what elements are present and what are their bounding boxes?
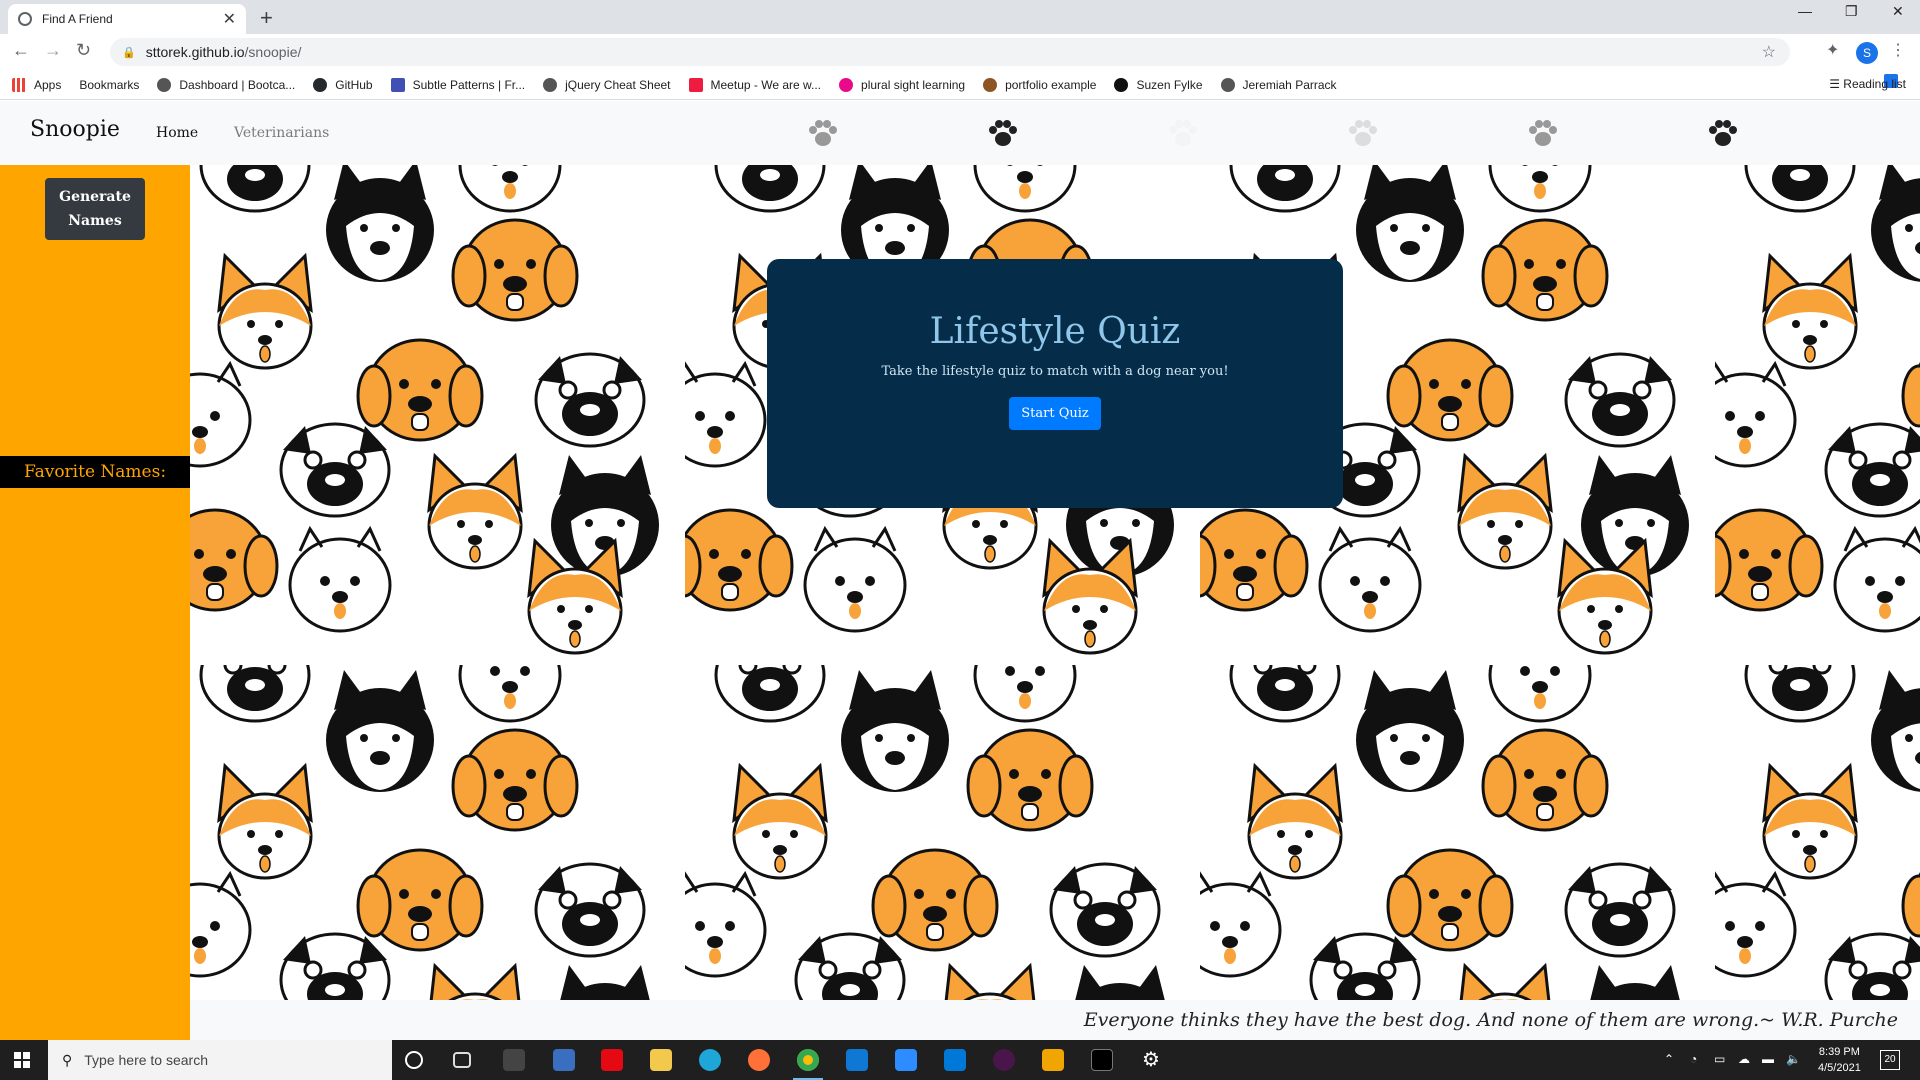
paw-icon: [1349, 120, 1377, 146]
favorite-names-heading: Favorite Names:: [0, 456, 190, 488]
onedrive-icon[interactable]: ☁: [1738, 1052, 1750, 1066]
search-icon: ⚲: [62, 1051, 73, 1068]
subtle-patterns-icon: [390, 77, 405, 92]
bookmark-jquery[interactable]: jQuery Cheat Sheet: [543, 77, 671, 92]
globe-icon: [543, 77, 558, 92]
bookmark-subtle-patterns[interactable]: Subtle Patterns | Fr...: [390, 77, 525, 92]
close-tab-icon[interactable]: ✕: [223, 9, 236, 29]
portfolio-icon: [983, 77, 998, 92]
paw-icon: [989, 120, 1017, 146]
brand-logo[interactable]: Snoopie: [30, 117, 120, 142]
paw-icon: [1529, 120, 1557, 146]
globe-icon: [18, 12, 32, 26]
paw-icon: [1709, 120, 1737, 146]
notifications-icon[interactable]: 20: [1880, 1050, 1900, 1070]
nav-home[interactable]: Home: [156, 125, 198, 141]
lock-icon: 🔒: [122, 46, 136, 59]
system-clock[interactable]: 8:39 PM 4/5/2021: [1818, 1044, 1861, 1076]
netflix-icon[interactable]: [601, 1049, 623, 1071]
battery-icon[interactable]: ▬: [1762, 1052, 1774, 1066]
reading-list[interactable]: ☰ Reading list: [1829, 77, 1906, 91]
new-tab-icon[interactable]: +: [260, 5, 273, 31]
terminal-icon[interactable]: [1091, 1049, 1113, 1071]
back-icon[interactable]: ←: [12, 40, 30, 61]
tray-chevron-icon[interactable]: ⌃: [1664, 1052, 1674, 1066]
settings-gear-icon[interactable]: ⚙: [1140, 1049, 1162, 1071]
bookmark-github[interactable]: GitHub: [313, 77, 373, 92]
windows-taskbar: ⚲ Type here to search ⚙ ⌃ ◔ ▭ ☁ ▬ 🔈 8:39…: [0, 1040, 1920, 1080]
device-icon[interactable]: ▭: [1714, 1052, 1725, 1066]
zoom-icon[interactable]: [895, 1049, 917, 1071]
volume-icon[interactable]: 🔈: [1786, 1052, 1801, 1066]
paw-icon: [809, 120, 837, 146]
paw-icon: [1169, 120, 1197, 146]
taskbar-search[interactable]: ⚲ Type here to search: [48, 1040, 392, 1080]
start-quiz-button[interactable]: Start Quiz: [1009, 397, 1101, 430]
forward-icon[interactable]: →: [44, 40, 62, 61]
restore-icon[interactable]: ❐: [1845, 3, 1858, 20]
profile-avatar[interactable]: S: [1856, 42, 1878, 64]
onenote-icon[interactable]: [503, 1049, 525, 1071]
browser-toolbar: ← → ↻ 🔒 sttorek.github.io/snoopie/ ☆: [0, 34, 1920, 70]
menu-icon[interactable]: ⋮: [1890, 40, 1906, 60]
git-icon[interactable]: [1042, 1049, 1064, 1071]
meetup-icon: [688, 77, 703, 92]
apps-icon: [12, 77, 26, 92]
file-explorer-icon[interactable]: [650, 1049, 672, 1071]
quiz-title: Lifestyle Quiz: [929, 311, 1181, 352]
vscode-icon[interactable]: [944, 1049, 966, 1071]
bookmark-portfolio[interactable]: portfolio example: [983, 77, 1096, 92]
generate-names-button[interactable]: Generate Names: [45, 178, 145, 240]
site-navbar: Snoopie Home Veterinarians: [0, 101, 1920, 165]
quiz-subtitle: Take the lifestyle quiz to match with a …: [881, 364, 1229, 379]
bookmark-suzen[interactable]: Suzen Fylke: [1114, 77, 1203, 92]
address-bar[interactable]: 🔒 sttorek.github.io/snoopie/ ☆: [110, 38, 1790, 66]
windows-start-icon[interactable]: [14, 1052, 30, 1068]
nav-veterinarians[interactable]: Veterinarians: [234, 125, 329, 141]
network-icon[interactable]: ◔: [1690, 1052, 1697, 1066]
firefox-icon[interactable]: [748, 1049, 770, 1071]
bookmark-dashboard[interactable]: Dashboard | Bootca...: [157, 77, 295, 92]
slack-icon[interactable]: [993, 1049, 1015, 1071]
dog-quote: Everyone thinks they have the best dog. …: [190, 1000, 1920, 1040]
github-icon: [313, 77, 328, 92]
bookmark-pluralsight[interactable]: plural sight learning: [839, 77, 965, 92]
reload-icon[interactable]: ↻: [76, 40, 91, 61]
sidebar: Generate Names Favorite Names:: [0, 165, 190, 1040]
cortana-icon[interactable]: [405, 1051, 423, 1069]
bookmark-bookmarks[interactable]: Bookmarks: [79, 74, 1898, 92]
bookmarks-bar: Apps Bookmarks Dashboard | Bootca... Git…: [0, 70, 1920, 100]
tab-title: Find A Friend: [42, 12, 113, 26]
globe-icon: [1220, 77, 1235, 92]
lifestyle-quiz-card: Lifestyle Quiz Take the lifestyle quiz t…: [767, 259, 1343, 508]
pluralsight-icon: [839, 77, 854, 92]
person-icon: [1114, 77, 1129, 92]
globe-icon: [157, 77, 172, 92]
minimize-icon[interactable]: —: [1798, 3, 1812, 19]
store-icon[interactable]: [553, 1049, 575, 1071]
close-window-icon[interactable]: ✕: [1892, 3, 1904, 20]
mail-icon[interactable]: [846, 1049, 868, 1071]
bookmark-star-icon[interactable]: ☆: [1762, 42, 1776, 62]
edge-icon[interactable]: [699, 1049, 721, 1071]
extensions-icon[interactable]: ✦: [1826, 40, 1839, 60]
task-view-icon[interactable]: [453, 1052, 471, 1068]
bookmark-meetup[interactable]: Meetup - We are w...: [688, 77, 821, 92]
browser-tabstrip: Find A Friend ✕ + — ❐ ✕: [0, 0, 1920, 34]
browser-tab[interactable]: Find A Friend ✕: [8, 4, 246, 34]
url-text: sttorek.github.io/snoopie/: [145, 44, 302, 60]
bookmark-apps[interactable]: Apps: [12, 77, 61, 92]
bookmark-jeremiah[interactable]: Jeremiah Parrack: [1220, 77, 1337, 92]
dog-pattern-background: Lifestyle Quiz Take the lifestyle quiz t…: [190, 165, 1920, 1000]
chrome-icon[interactable]: [797, 1049, 819, 1071]
